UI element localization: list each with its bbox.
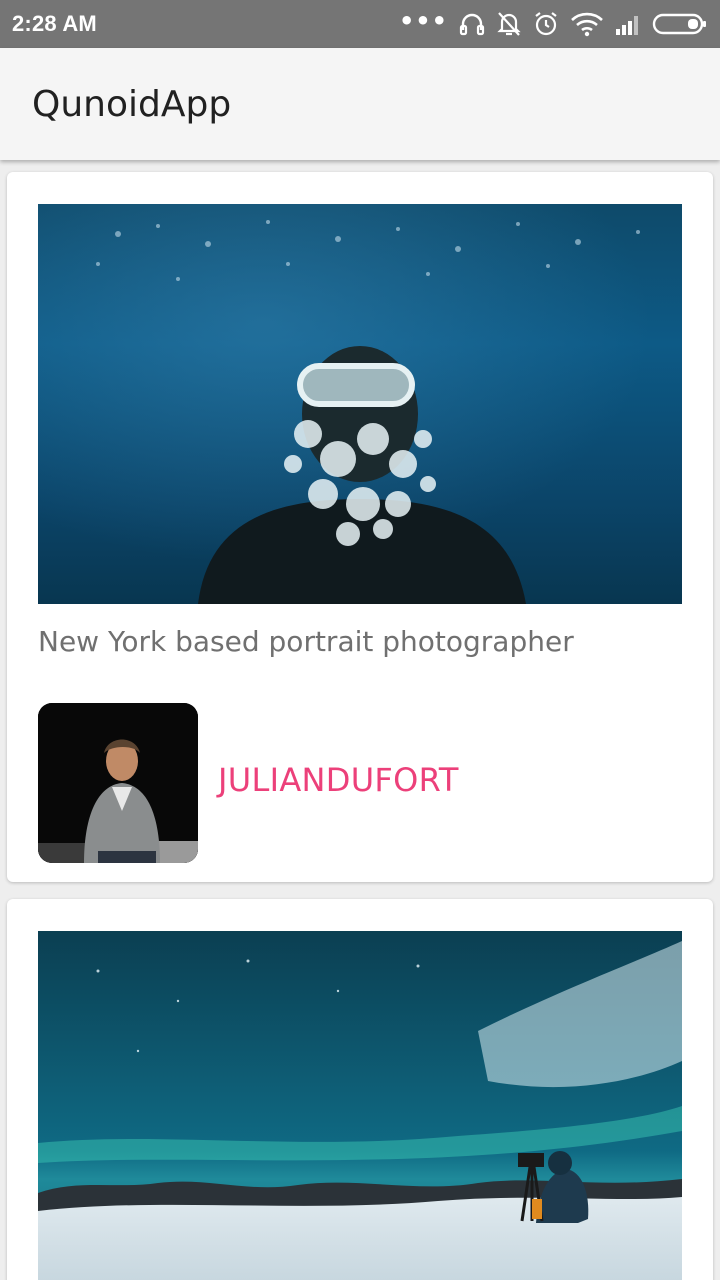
status-bar: 2:28 AM ••• xyxy=(0,0,720,48)
author-name[interactable]: JULIANDUFORT xyxy=(218,761,459,799)
status-time: 2:28 AM xyxy=(12,11,97,36)
alarm-icon xyxy=(532,10,560,38)
battery-icon xyxy=(652,11,708,37)
more-dots-icon: ••• xyxy=(398,7,448,35)
author-row[interactable]: JULIANDUFORT xyxy=(38,703,682,863)
feed-card[interactable] xyxy=(7,899,713,1280)
author-avatar[interactable] xyxy=(38,703,198,863)
bell-off-icon xyxy=(496,10,522,38)
status-icons: ••• xyxy=(399,0,708,48)
card-description: New York based portrait photographer xyxy=(38,625,574,658)
underwater-diver-photo[interactable] xyxy=(38,204,682,604)
app-bar: QunoidApp xyxy=(0,48,720,160)
wifi-icon xyxy=(570,11,604,37)
app-title: QunoidApp xyxy=(32,83,232,125)
headphones-icon xyxy=(458,10,486,38)
aurora-landscape-photo[interactable] xyxy=(38,931,682,1280)
signal-icon xyxy=(614,12,642,36)
feed-card[interactable]: New York based portrait photographer JUL… xyxy=(7,172,713,882)
